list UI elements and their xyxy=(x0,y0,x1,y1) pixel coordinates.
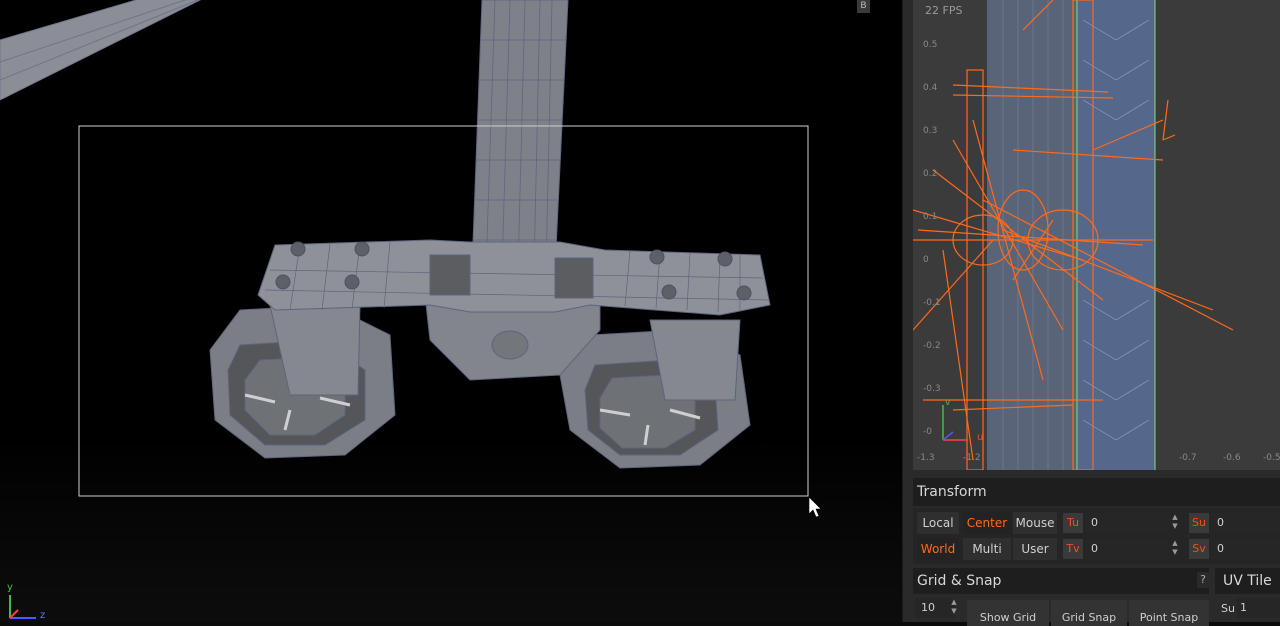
right-leg xyxy=(649,319,741,401)
axis-gizmo xyxy=(9,595,36,619)
show-grid-button[interactable]: Show Grid xyxy=(967,600,1049,626)
mouse-button[interactable]: Mouse xyxy=(1013,512,1057,534)
uv-tile-su-label: Su xyxy=(1221,602,1235,615)
sv-field[interactable]: 0 xyxy=(1211,539,1280,559)
tv-field[interactable]: 0 xyxy=(1085,539,1169,559)
axis-label-v: v xyxy=(945,398,951,408)
su-field[interactable]: 0 xyxy=(1211,513,1280,533)
u-tick: -0.5 xyxy=(1263,453,1280,463)
mouse-cursor xyxy=(808,496,822,518)
uv-islands xyxy=(913,0,1234,470)
v-tick: 0.5 xyxy=(923,40,938,50)
v-tick: 0.4 xyxy=(923,83,938,93)
tv-spinner[interactable]: ▲ ▼ xyxy=(1170,539,1180,559)
axis-label-y: y xyxy=(7,582,13,593)
axis-label-z: z xyxy=(40,610,46,621)
axis-label-u: u xyxy=(977,432,984,443)
uv-canvas xyxy=(913,0,1234,470)
v-tick: 0 xyxy=(923,255,929,265)
u-tick: -0.7 xyxy=(1179,453,1197,463)
grid-snap-help-button[interactable]: ? xyxy=(1197,572,1209,588)
v-tick: 0.3 xyxy=(923,126,938,136)
v-tick: -0.2 xyxy=(923,341,941,351)
top-plate xyxy=(257,239,771,316)
local-button[interactable]: Local xyxy=(917,512,959,534)
grid-size-spinner[interactable]: ▲ ▼ xyxy=(949,598,959,618)
u-tick: -0.6 xyxy=(1223,453,1241,463)
u-tick: -1.2 xyxy=(963,453,981,463)
user-button[interactable]: User xyxy=(1013,538,1057,560)
fps-counter: 22 FPS xyxy=(925,4,963,17)
3d-viewport[interactable]: B y z xyxy=(0,0,902,622)
v-tick: 0.2 xyxy=(923,169,938,179)
v-tick: -0 xyxy=(923,427,932,437)
tu-label: Tu xyxy=(1063,513,1083,533)
point-snap-button[interactable]: Point Snap xyxy=(1129,600,1209,626)
rail-piece xyxy=(0,0,202,101)
center-button[interactable]: Center xyxy=(963,512,1011,534)
tu-spinner[interactable]: ▲ ▼ xyxy=(1170,513,1180,533)
uv-tile-title: UV Tile xyxy=(1223,573,1272,589)
v-tick: -0.1 xyxy=(923,298,941,308)
tv-label: Tv xyxy=(1063,539,1083,559)
uv-editor-panel: 22 FPS 0.5 0.4 0.3 0.2 0.1 0 -0.1 -0.2 -… xyxy=(902,0,1280,626)
view-badge[interactable]: B xyxy=(857,0,870,13)
v-tick: -0.3 xyxy=(923,384,941,394)
tu-field[interactable]: 0 xyxy=(1085,513,1169,533)
post xyxy=(471,0,569,271)
grid-snap-button[interactable]: Grid Snap xyxy=(1051,600,1127,626)
uv-tile-su-field[interactable]: 1 xyxy=(1237,598,1280,618)
uv-editor-viewport[interactable]: 22 FPS 0.5 0.4 0.3 0.2 0.1 0 -0.1 -0.2 -… xyxy=(913,0,1280,470)
transform-title: Transform xyxy=(917,484,987,500)
u-tick: -1.3 xyxy=(917,453,935,463)
world-button[interactable]: World xyxy=(917,538,959,560)
sv-label: Sv xyxy=(1189,539,1209,559)
viewport-scene xyxy=(0,0,822,619)
grid-snap-title: Grid & Snap xyxy=(917,573,1002,589)
multi-button[interactable]: Multi xyxy=(963,538,1011,560)
su-label: Su xyxy=(1189,513,1209,533)
v-tick: 0.1 xyxy=(923,212,938,222)
